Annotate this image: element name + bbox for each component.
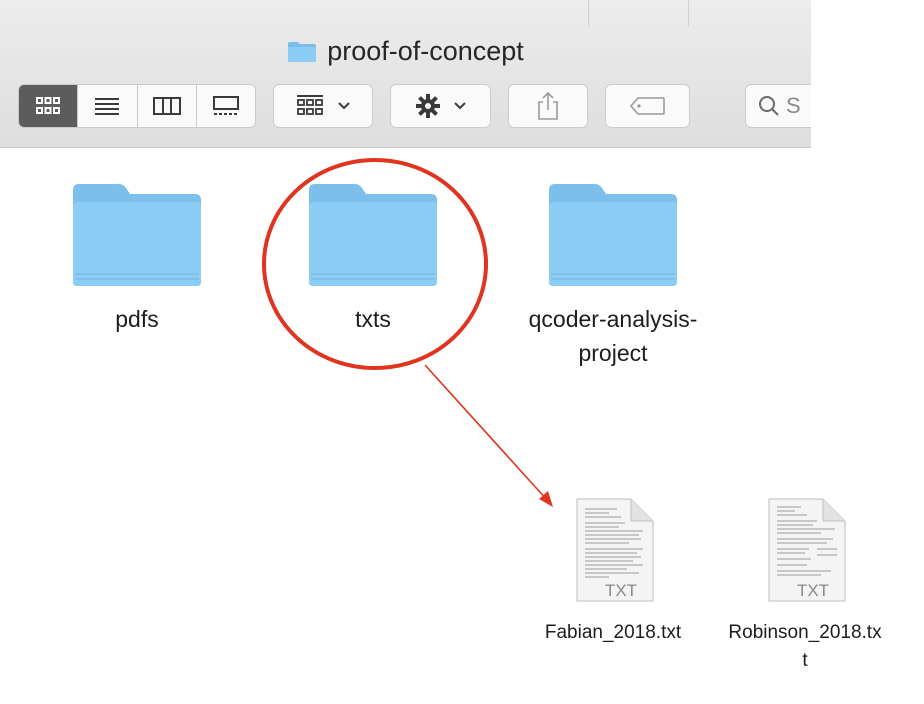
share-button[interactable] [508, 84, 588, 128]
list-view-button[interactable] [78, 85, 138, 127]
file-type-badge: TXT [605, 581, 637, 600]
text-file-icon: TXT [768, 498, 846, 602]
search-placeholder: S [786, 93, 801, 118]
file-item-fabian[interactable]: TXT Fabian_2018.txt [538, 497, 688, 647]
view-mode-control [18, 84, 256, 128]
group-by-button[interactable] [273, 84, 373, 128]
column-view-icon [152, 97, 181, 115]
search-icon [759, 96, 779, 116]
column-view-button[interactable] [138, 85, 197, 127]
tag-button[interactable] [605, 84, 690, 128]
grid-group-icon [297, 95, 323, 115]
folder-label-line-2: project [578, 340, 648, 366]
annotation-arrow-line [424, 364, 549, 502]
folder-icon [549, 184, 677, 286]
folder-label: txts [355, 306, 391, 332]
folder-item-pdfs[interactable]: pdfs [52, 182, 222, 336]
file-label-line-2: t [802, 650, 808, 671]
folder-item-txts[interactable]: txts [288, 182, 458, 336]
file-label-line-1: Robinson_2018.tx [728, 622, 882, 643]
gallery-view-button[interactable] [197, 85, 255, 127]
chevron-down-icon [338, 102, 350, 110]
folder-label: pdfs [115, 306, 159, 332]
search-field[interactable]: S [745, 84, 811, 128]
action-menu-button[interactable] [390, 84, 491, 128]
gear-icon [415, 94, 440, 118]
folder-label-line-1: qcoder-analysis- [528, 306, 698, 332]
folder-item-qcoder-analysis-project[interactable]: qcoder-analysis- project [512, 182, 714, 370]
file-item-robinson[interactable]: TXT Robinson_2018.tx t [715, 497, 895, 675]
folder-icon [73, 184, 201, 286]
folder-icon [309, 184, 437, 286]
icon-view-icon [36, 97, 61, 114]
file-label: Fabian_2018.txt [544, 622, 682, 643]
window-title: proof-of-concept [327, 36, 524, 66]
gallery-view-icon [212, 96, 239, 115]
tag-icon [629, 97, 665, 115]
file-type-badge: TXT [797, 581, 829, 600]
tab-divider [588, 0, 589, 27]
icon-view-button[interactable] [19, 85, 79, 127]
chevron-down-icon [453, 102, 466, 110]
list-view-icon [95, 98, 120, 115]
folder-icon [287, 41, 317, 63]
tab-divider [688, 0, 689, 27]
window-title-bar: proof-of-concept [0, 36, 811, 70]
share-icon [538, 91, 558, 120]
finder-toolbar: proof-of-concept S [0, 0, 811, 148]
text-file-icon: TXT [576, 498, 654, 602]
